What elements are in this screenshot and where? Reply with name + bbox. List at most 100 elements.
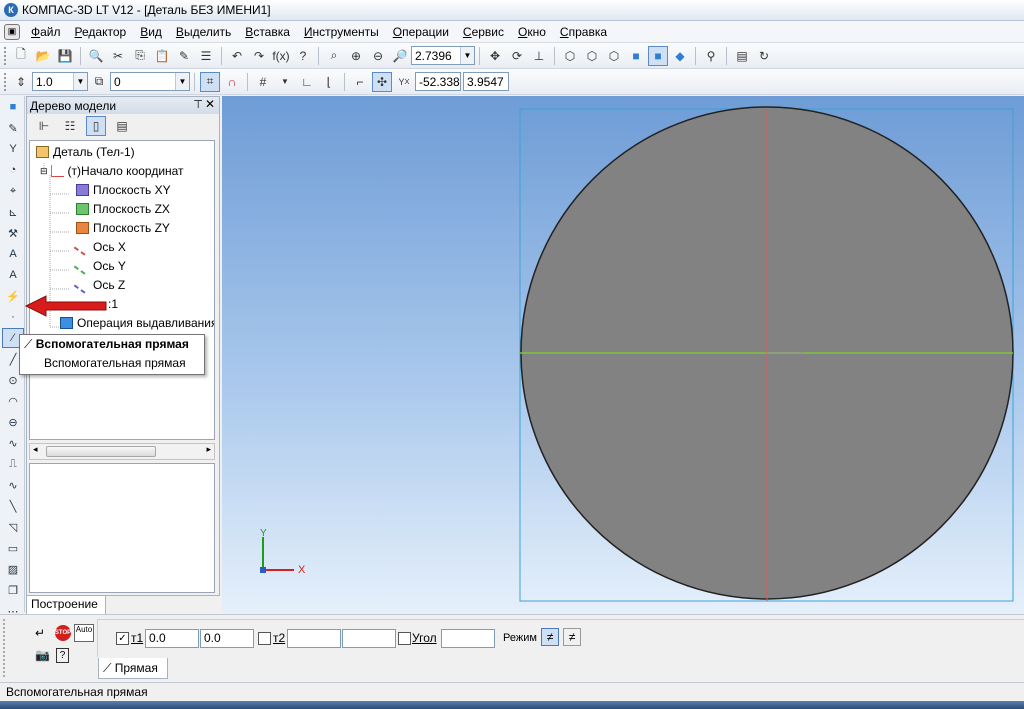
scroll-thumb[interactable]	[46, 446, 156, 457]
tool-polyline-icon[interactable]: ⎍	[2, 454, 24, 474]
hidden-lines-icon[interactable]: ⬡	[582, 46, 602, 66]
perspective-icon[interactable]: ◆	[670, 46, 690, 66]
zoom-frame-icon[interactable]: ⌕	[324, 46, 344, 66]
tool-spline-icon[interactable]: ∿	[2, 433, 24, 453]
tree-horizontal-scrollbar[interactable]: ◂ ▸	[29, 443, 215, 460]
tree-order-icon[interactable]: ☷	[60, 116, 80, 136]
menu-help[interactable]: Справка	[553, 22, 614, 42]
menu-operations[interactable]: Операции	[386, 22, 456, 42]
open-icon[interactable]: 📂	[33, 46, 53, 66]
tree-item-plane-zy[interactable]: Плоскость ZY	[76, 221, 170, 235]
scroll-right-icon[interactable]: ▸	[206, 444, 211, 455]
tree-item-part[interactable]: Деталь (Тел-1)	[36, 145, 135, 159]
model-canvas[interactable]	[222, 96, 1024, 614]
scroll-left-icon[interactable]: ◂	[33, 444, 38, 455]
tree-item-origin[interactable]: ⊟ (т)Начало координат	[40, 164, 184, 178]
cut-icon[interactable]: ✂	[108, 46, 128, 66]
t1-x-field[interactable]: 0.0	[145, 629, 199, 648]
function-icon[interactable]: f(x)	[271, 46, 291, 66]
tool-hatch-icon[interactable]: ▨	[2, 559, 24, 579]
rotate-icon[interactable]: ⟳	[507, 46, 527, 66]
mode-single-icon[interactable]: ≠	[541, 628, 559, 646]
paste-icon[interactable]: 📋	[152, 46, 172, 66]
chevron-down-icon[interactable]: ▼	[73, 73, 87, 90]
tool-copy-icon[interactable]: ❐	[2, 580, 24, 600]
tool-dimensions-icon[interactable]: ⌖	[2, 181, 24, 201]
menu-view[interactable]: Вид	[133, 22, 169, 42]
tool-edit-icon[interactable]: ✎	[2, 118, 24, 138]
magnet-icon[interactable]: ∩	[222, 72, 242, 92]
zoom-icon[interactable]: 🔎	[390, 46, 410, 66]
stop-icon[interactable]: STOP	[55, 625, 71, 641]
tree-structure-icon[interactable]: ⊩	[34, 116, 54, 136]
tree-item-plane-xy[interactable]: Плоскость XY	[76, 183, 171, 197]
menu-select[interactable]: Выделить	[169, 22, 238, 42]
tree-item-extrusion[interactable]: Операция выдавливания	[60, 316, 214, 330]
t2-checkbox[interactable]	[258, 632, 271, 645]
help-icon[interactable]: ?	[56, 648, 69, 663]
tool-label-icon[interactable]: A	[2, 244, 24, 264]
redo-icon[interactable]: ↷	[249, 46, 269, 66]
tool-sketch-icon[interactable]: ■	[2, 97, 24, 117]
round-icon[interactable]: ✣	[372, 71, 392, 92]
pan-icon[interactable]: ✥	[485, 46, 505, 66]
tab-line[interactable]: ⟋ Прямая	[98, 658, 168, 679]
shaded-icon[interactable]: ■	[648, 45, 668, 66]
menu-file[interactable]: Файл	[24, 22, 68, 42]
local-cs-icon[interactable]: ∟	[297, 72, 317, 92]
tree-item-axis-x[interactable]: Ось X	[73, 238, 126, 256]
t2-x-field[interactable]	[287, 629, 341, 648]
zoom-combo[interactable]: 2.7396 ▼	[411, 46, 475, 65]
tool-fillet-icon[interactable]: ╲	[2, 496, 24, 516]
tool-hammer-icon[interactable]: ⚒	[2, 223, 24, 243]
wireframe-icon[interactable]: ⬡	[560, 46, 580, 66]
tool-arc-icon[interactable]: ◠	[2, 391, 24, 411]
tree-props-icon[interactable]: ▤	[112, 116, 132, 136]
tooltip-item[interactable]: Вспомогательная прямая	[44, 356, 186, 370]
tool-point-icon[interactable]: ·	[2, 307, 24, 327]
close-icon[interactable]: ✕	[205, 97, 215, 111]
grid-icon[interactable]: #	[253, 72, 273, 92]
copy-icon[interactable]: ⎘	[130, 46, 150, 66]
cube-view-icon[interactable]: ■	[626, 46, 646, 66]
menu-tools[interactable]: Инструменты	[297, 22, 386, 42]
tab-construction[interactable]: Построение	[26, 596, 106, 615]
tree-item-axis-y[interactable]: Ось Y	[73, 257, 126, 275]
tree-item-plane-zx[interactable]: Плоскость ZX	[76, 202, 170, 216]
t2-y-field[interactable]	[342, 629, 396, 648]
layer-combo[interactable]: 0 ▼	[110, 72, 190, 91]
help-icon[interactable]: ?	[293, 46, 313, 66]
menu-service[interactable]: Сервис	[456, 22, 511, 42]
properties-icon[interactable]: ✎	[174, 46, 194, 66]
save-icon[interactable]: 💾	[55, 46, 75, 66]
ortho-mode-icon[interactable]: ⌐	[350, 72, 370, 92]
model-viewport[interactable]: Y X	[222, 96, 1024, 614]
chevron-down-icon[interactable]: ▼	[275, 72, 295, 92]
snap-icon[interactable]: ⌗	[200, 71, 220, 92]
tool-measure-icon[interactable]: ⊾	[2, 202, 24, 222]
list-icon[interactable]: ☰	[196, 46, 216, 66]
new-file-icon[interactable]: 🗋	[11, 46, 31, 66]
tree-view-icon[interactable]: ▯	[86, 116, 106, 136]
tree-item-axis-z[interactable]: Ось Z	[73, 276, 125, 294]
document-icon[interactable]: ▣	[4, 23, 20, 40]
thin-lines-icon[interactable]: ⬡	[604, 46, 624, 66]
tool-ellipse-icon[interactable]: ⊖	[2, 412, 24, 432]
menu-window[interactable]: Окно	[511, 22, 553, 42]
pin-icon[interactable]: ⊤	[193, 98, 203, 111]
zoom-in-icon[interactable]: ⊕	[346, 46, 366, 66]
orientation-icon[interactable]: ⊥	[529, 46, 549, 66]
toolbar-grip[interactable]	[4, 46, 7, 65]
line-width-combo[interactable]: 1.0 ▼	[32, 72, 88, 91]
chevron-down-icon[interactable]: ▼	[460, 47, 474, 64]
chevron-down-icon[interactable]: ▼	[175, 73, 189, 90]
tool-spec-icon[interactable]: A	[2, 265, 24, 285]
camera-icon[interactable]: 📷	[35, 648, 50, 662]
angle-checkbox[interactable]	[398, 632, 411, 645]
ortho-icon[interactable]: ⌊	[319, 72, 339, 92]
menu-editor[interactable]: Редактор	[68, 22, 134, 42]
tool-bezier-icon[interactable]: ∿	[2, 475, 24, 495]
filter-icon[interactable]: ⚲	[701, 46, 721, 66]
print-preview-icon[interactable]: 🔍	[86, 46, 106, 66]
refresh-icon[interactable]: ↻	[754, 46, 774, 66]
